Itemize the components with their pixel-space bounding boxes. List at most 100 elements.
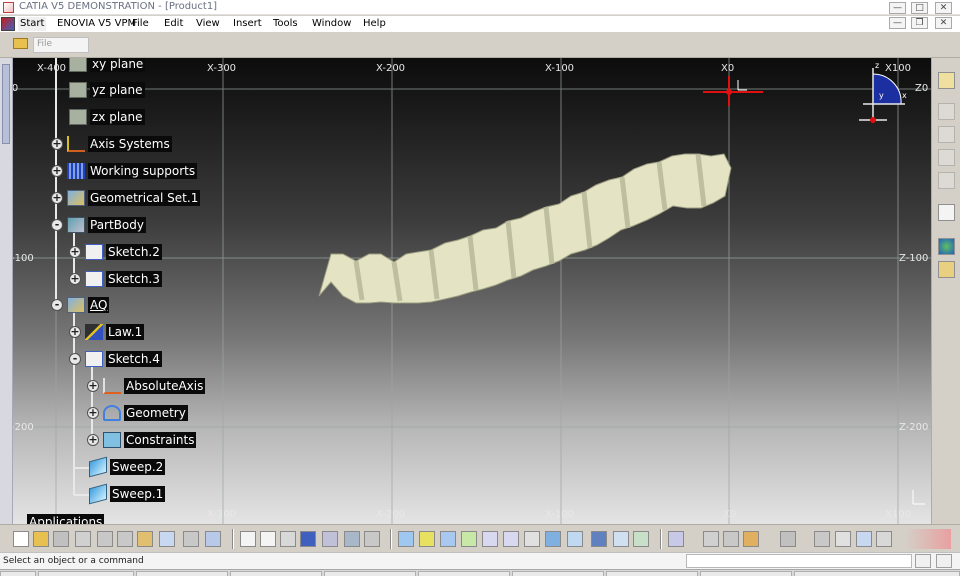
open-folder-icon[interactable] [13,38,28,49]
workbench-combo[interactable]: File [33,37,89,53]
expand-toggle[interactable]: + [87,407,99,419]
fit-all-icon[interactable] [419,531,435,547]
tree-node-constraints[interactable]: + Constraints [87,431,197,449]
rotate-icon[interactable] [461,531,477,547]
expand-toggle[interactable]: + [51,192,63,204]
expand-toggle[interactable]: + [69,246,81,258]
measure-icon[interactable] [938,204,955,221]
collapse-toggle[interactable]: - [51,299,63,311]
menu-view[interactable]: View [196,17,220,31]
tree-node-axis-systems[interactable]: + Axis Systems [51,135,172,153]
knowledge-icon[interactable] [938,261,955,278]
formula-icon[interactable] [240,531,256,547]
knowledge-advisor-icon[interactable] [280,531,296,547]
collapse-toggle[interactable]: - [51,219,63,231]
copy-icon[interactable] [117,531,133,547]
zoom-in-icon[interactable] [482,531,498,547]
doc-restore-button[interactable]: ❐ [911,17,928,29]
task-button[interactable] [136,571,228,576]
tree-node-law-1[interactable]: + Law.1 [69,323,145,341]
expand-toggle[interactable]: + [87,380,99,392]
iso-view-icon[interactable] [567,531,583,547]
save-icon[interactable] [53,531,69,547]
cut-icon[interactable] [97,531,113,547]
task-button[interactable] [38,571,134,576]
menu-edit[interactable]: Edit [164,17,183,31]
comment-icon[interactable] [260,531,276,547]
pad-icon[interactable] [938,103,955,120]
new-icon[interactable] [13,531,29,547]
close-button[interactable]: ✕ [935,2,952,14]
maximize-button[interactable]: □ [911,2,928,14]
shaft-icon[interactable] [938,149,955,166]
collapse-toggle[interactable]: - [69,353,81,365]
undo-icon[interactable] [159,531,175,547]
menu-tools[interactable]: Tools [273,17,298,31]
spec-tree-icon[interactable] [322,531,338,547]
normal-view-icon[interactable] [524,531,540,547]
tree-scrollbar[interactable] [0,58,13,524]
tree-node-geometry[interactable]: + Geometry [87,404,188,422]
menu-window[interactable]: Window [312,17,351,31]
print-icon[interactable] [75,531,91,547]
pan-icon[interactable] [440,531,456,547]
multi-view-icon[interactable] [545,531,561,547]
3d-viewport[interactable]: z y x X-400 X-300 X-200 X-100 X0 X100 X-… [13,58,931,524]
tree-node-working-supports[interactable]: + Working supports [51,162,198,180]
table-icon[interactable] [300,531,316,547]
groove-icon[interactable] [938,172,955,189]
tree-node-sweep-1[interactable]: Sweep.1 [89,483,166,505]
expand-toggle[interactable]: + [87,434,99,446]
globe-icon[interactable] [938,238,955,255]
tree-node-partbody[interactable]: - PartBody [51,216,146,234]
expand-toggle[interactable]: + [69,326,81,338]
hide-show-icon[interactable] [613,531,629,547]
expand-toggle[interactable]: + [51,165,63,177]
shading-icon[interactable] [591,531,607,547]
catalog-icon[interactable] [703,531,719,547]
menu-start[interactable]: Start [18,17,47,31]
scrollbar-thumb[interactable] [2,64,10,144]
tree-node-sweep-2[interactable]: Sweep.2 [89,456,166,478]
tree-node-applications[interactable]: Applications [27,513,105,524]
doc-close-button[interactable]: ✕ [935,17,952,29]
open-icon[interactable] [33,531,49,547]
doc-minimize-button[interactable]: — [889,17,906,29]
axis-icon[interactable] [856,531,872,547]
lock-icon[interactable] [344,531,360,547]
task-button[interactable] [418,571,510,576]
tree-node-sketch-3[interactable]: + Sketch.3 [69,270,162,288]
tree-node-zx-plane[interactable]: zx plane [69,108,145,126]
insert-object-icon[interactable] [364,531,380,547]
tree-node-geometrical-set-1[interactable]: + Geometrical Set.1 [51,189,201,207]
menu-file[interactable]: File [132,17,149,31]
camera-icon[interactable] [780,531,796,547]
status-stop-button[interactable] [915,554,931,568]
task-button[interactable] [606,571,698,576]
task-button[interactable] [512,571,604,576]
redo-icon[interactable] [183,531,199,547]
tree-node-xy-plane[interactable]: xy plane [69,58,146,73]
tree-node-sketch-2[interactable]: + Sketch.2 [69,243,162,261]
sketcher-icon[interactable] [938,72,955,89]
tree-node-yz-plane[interactable]: yz plane [69,81,145,99]
tree-node-sketch-4[interactable]: - Sketch.4 [69,350,162,368]
analysis-icon[interactable] [835,531,851,547]
attach-icon[interactable] [723,531,739,547]
task-button[interactable] [700,571,792,576]
minimize-button[interactable]: — [889,2,906,14]
expand-toggle[interactable]: + [51,138,63,150]
material-icon[interactable] [743,531,759,547]
expand-toggle[interactable]: + [69,273,81,285]
fly-mode-icon[interactable] [398,531,414,547]
update-icon[interactable] [814,531,830,547]
whats-this-icon[interactable] [205,531,221,547]
document-menu-icon[interactable] [1,17,15,31]
compass-tool-icon[interactable] [876,531,892,547]
status-cancel-button[interactable] [936,554,952,568]
menu-insert[interactable]: Insert [233,17,262,31]
pocket-icon[interactable] [938,126,955,143]
menu-enovia[interactable]: ENOVIA V5 VPM [57,17,136,31]
tree-node-aq[interactable]: - AQ [51,296,110,314]
menu-help[interactable]: Help [363,17,386,31]
